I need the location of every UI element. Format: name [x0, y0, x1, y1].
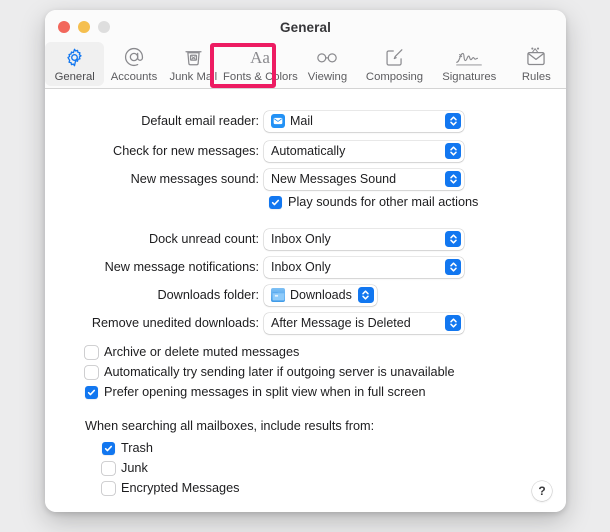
new-messages-sound-value: New Messages Sound [271, 172, 397, 186]
toolbar-item-accounts[interactable]: Accounts [104, 42, 163, 86]
row-downloads-folder: Downloads folder: Downloads [45, 284, 515, 306]
mail-preferences-window: General General Accounts Junk Mail Aa Fo… [45, 10, 566, 512]
row-dock-unread-count: Dock unread count: Inbox Only [45, 228, 515, 250]
dock-unread-count-value: Inbox Only [271, 232, 331, 246]
checkbox-row-auto-send-later[interactable]: Automatically try sending later if outgo… [85, 365, 455, 379]
play-sounds-label: Play sounds for other mail actions [288, 195, 479, 209]
checkbox-row-archive-muted[interactable]: Archive or delete muted messages [85, 345, 299, 359]
downloads-folder-popup[interactable]: Downloads [264, 284, 377, 306]
toolbar-item-general-label: General [54, 71, 95, 83]
check-for-new-messages-popup[interactable]: Automatically [264, 140, 464, 162]
toolbar-item-viewing[interactable]: Viewing [298, 42, 357, 86]
default-email-reader-value: Mail [290, 114, 313, 128]
new-messages-sound-label: New messages sound: [130, 172, 259, 186]
new-message-notifications-popup[interactable]: Inbox Only [264, 256, 464, 278]
check-for-new-messages-value: Automatically [271, 144, 346, 158]
row-remove-unedited-downloads: Remove unedited downloads: After Message… [45, 312, 515, 334]
help-button[interactable]: ? [532, 481, 552, 501]
chevron-updown-icon[interactable] [445, 113, 461, 129]
glasses-icon [314, 45, 340, 69]
trash-x-icon [183, 45, 204, 69]
checkbox-row-encrypted-messages[interactable]: Encrypted Messages [102, 481, 239, 495]
toolbar-item-composing[interactable]: Composing [357, 42, 432, 86]
remove-unedited-downloads-label: Remove unedited downloads: [91, 316, 259, 330]
general-preferences-pane: Default email reader: Mail Check for new… [45, 89, 566, 512]
prefer-split-view-checkbox[interactable] [85, 385, 98, 399]
archive-muted-label: Archive or delete muted messages [104, 345, 300, 359]
toolbar-item-general[interactable]: General [45, 42, 105, 86]
remove-unedited-downloads-popup[interactable]: After Message is Deleted [264, 312, 464, 334]
chevron-updown-icon[interactable] [445, 171, 461, 187]
checkbox-row-trash[interactable]: Trash [102, 441, 153, 455]
toolbar-item-fonts-colors[interactable]: Aa Fonts & Colors [223, 42, 298, 86]
chevron-updown-icon[interactable] [445, 231, 461, 247]
gear-icon [64, 45, 85, 69]
junk-checkbox[interactable] [102, 461, 115, 475]
junk-label: Junk [121, 461, 148, 475]
auto-send-later-checkbox[interactable] [85, 365, 98, 379]
toolbar-item-signatures-label: Signatures [442, 71, 497, 83]
svg-text:Aa: Aa [250, 48, 270, 67]
default-email-reader-label: Default email reader: [141, 114, 259, 128]
trash-checkbox[interactable] [102, 441, 115, 455]
row-new-message-notifications: New message notifications: Inbox Only [45, 256, 515, 278]
row-check-for-new-messages: Check for new messages: Automatically [45, 140, 515, 162]
chevron-updown-icon[interactable] [445, 143, 461, 159]
toolbar-item-rules[interactable]: Rules [507, 42, 566, 86]
new-messages-sound-popup[interactable]: New Messages Sound [264, 168, 464, 190]
toolbar-item-rules-label: Rules [521, 71, 551, 83]
signature-icon [454, 45, 484, 69]
row-default-email-reader: Default email reader: Mail [45, 110, 515, 132]
prefer-split-view-label: Prefer opening messages in split view wh… [104, 385, 426, 399]
toolbar-item-junk-mail[interactable]: Junk Mail [164, 42, 223, 86]
checkbox-row-play-sounds[interactable]: Play sounds for other mail actions [269, 195, 478, 209]
checkbox-row-junk[interactable]: Junk [102, 461, 148, 475]
encrypted-messages-label: Encrypted Messages [121, 481, 240, 495]
compose-pencil-icon [384, 45, 405, 69]
check-for-new-messages-label: Check for new messages: [113, 144, 259, 158]
downloads-folder-value: Downloads [290, 288, 352, 302]
trash-label: Trash [121, 441, 153, 455]
search-section-title: When searching all mailboxes, include re… [85, 419, 375, 433]
chevron-updown-icon[interactable] [445, 259, 461, 275]
at-sign-icon [123, 45, 145, 69]
chevron-updown-icon[interactable] [445, 315, 461, 331]
toolbar-item-fonts-colors-label: Fonts & Colors [223, 71, 298, 83]
chevron-updown-icon[interactable] [357, 287, 374, 303]
dock-unread-count-label: Dock unread count: [148, 232, 259, 246]
toolbar-item-viewing-label: Viewing [307, 71, 348, 83]
downloads-folder-icon [271, 288, 285, 302]
toolbar-item-signatures[interactable]: Signatures [432, 42, 507, 86]
toolbar-item-composing-label: Composing [365, 71, 424, 83]
play-sounds-checkbox[interactable] [269, 195, 282, 209]
new-message-notifications-label: New message notifications: [104, 260, 259, 274]
checkbox-row-prefer-split-view[interactable]: Prefer opening messages in split view wh… [85, 385, 426, 399]
remove-unedited-downloads-value: After Message is Deleted [271, 316, 411, 330]
encrypted-messages-checkbox[interactable] [102, 481, 115, 495]
archive-muted-checkbox[interactable] [85, 345, 98, 359]
new-message-notifications-value: Inbox Only [271, 260, 331, 274]
auto-send-later-label: Automatically try sending later if outgo… [104, 365, 455, 379]
envelope-rules-icon [525, 45, 547, 69]
toolbar-item-accounts-label: Accounts [110, 71, 158, 83]
dock-unread-count-popup[interactable]: Inbox Only [264, 228, 464, 250]
downloads-folder-label: Downloads folder: [157, 288, 259, 302]
titlebar: General General Accounts Junk Mail Aa Fo… [45, 10, 566, 89]
window-title: General [280, 20, 331, 35]
row-new-messages-sound: New messages sound: New Messages Sound [45, 168, 515, 190]
default-email-reader-popup[interactable]: Mail [264, 110, 464, 132]
mail-app-icon [271, 114, 285, 128]
preferences-toolbar: General Accounts Junk Mail Aa Fonts & Co… [45, 40, 566, 88]
aa-text-icon: Aa [243, 45, 277, 69]
toolbar-item-junk-mail-label: Junk Mail [169, 71, 218, 83]
